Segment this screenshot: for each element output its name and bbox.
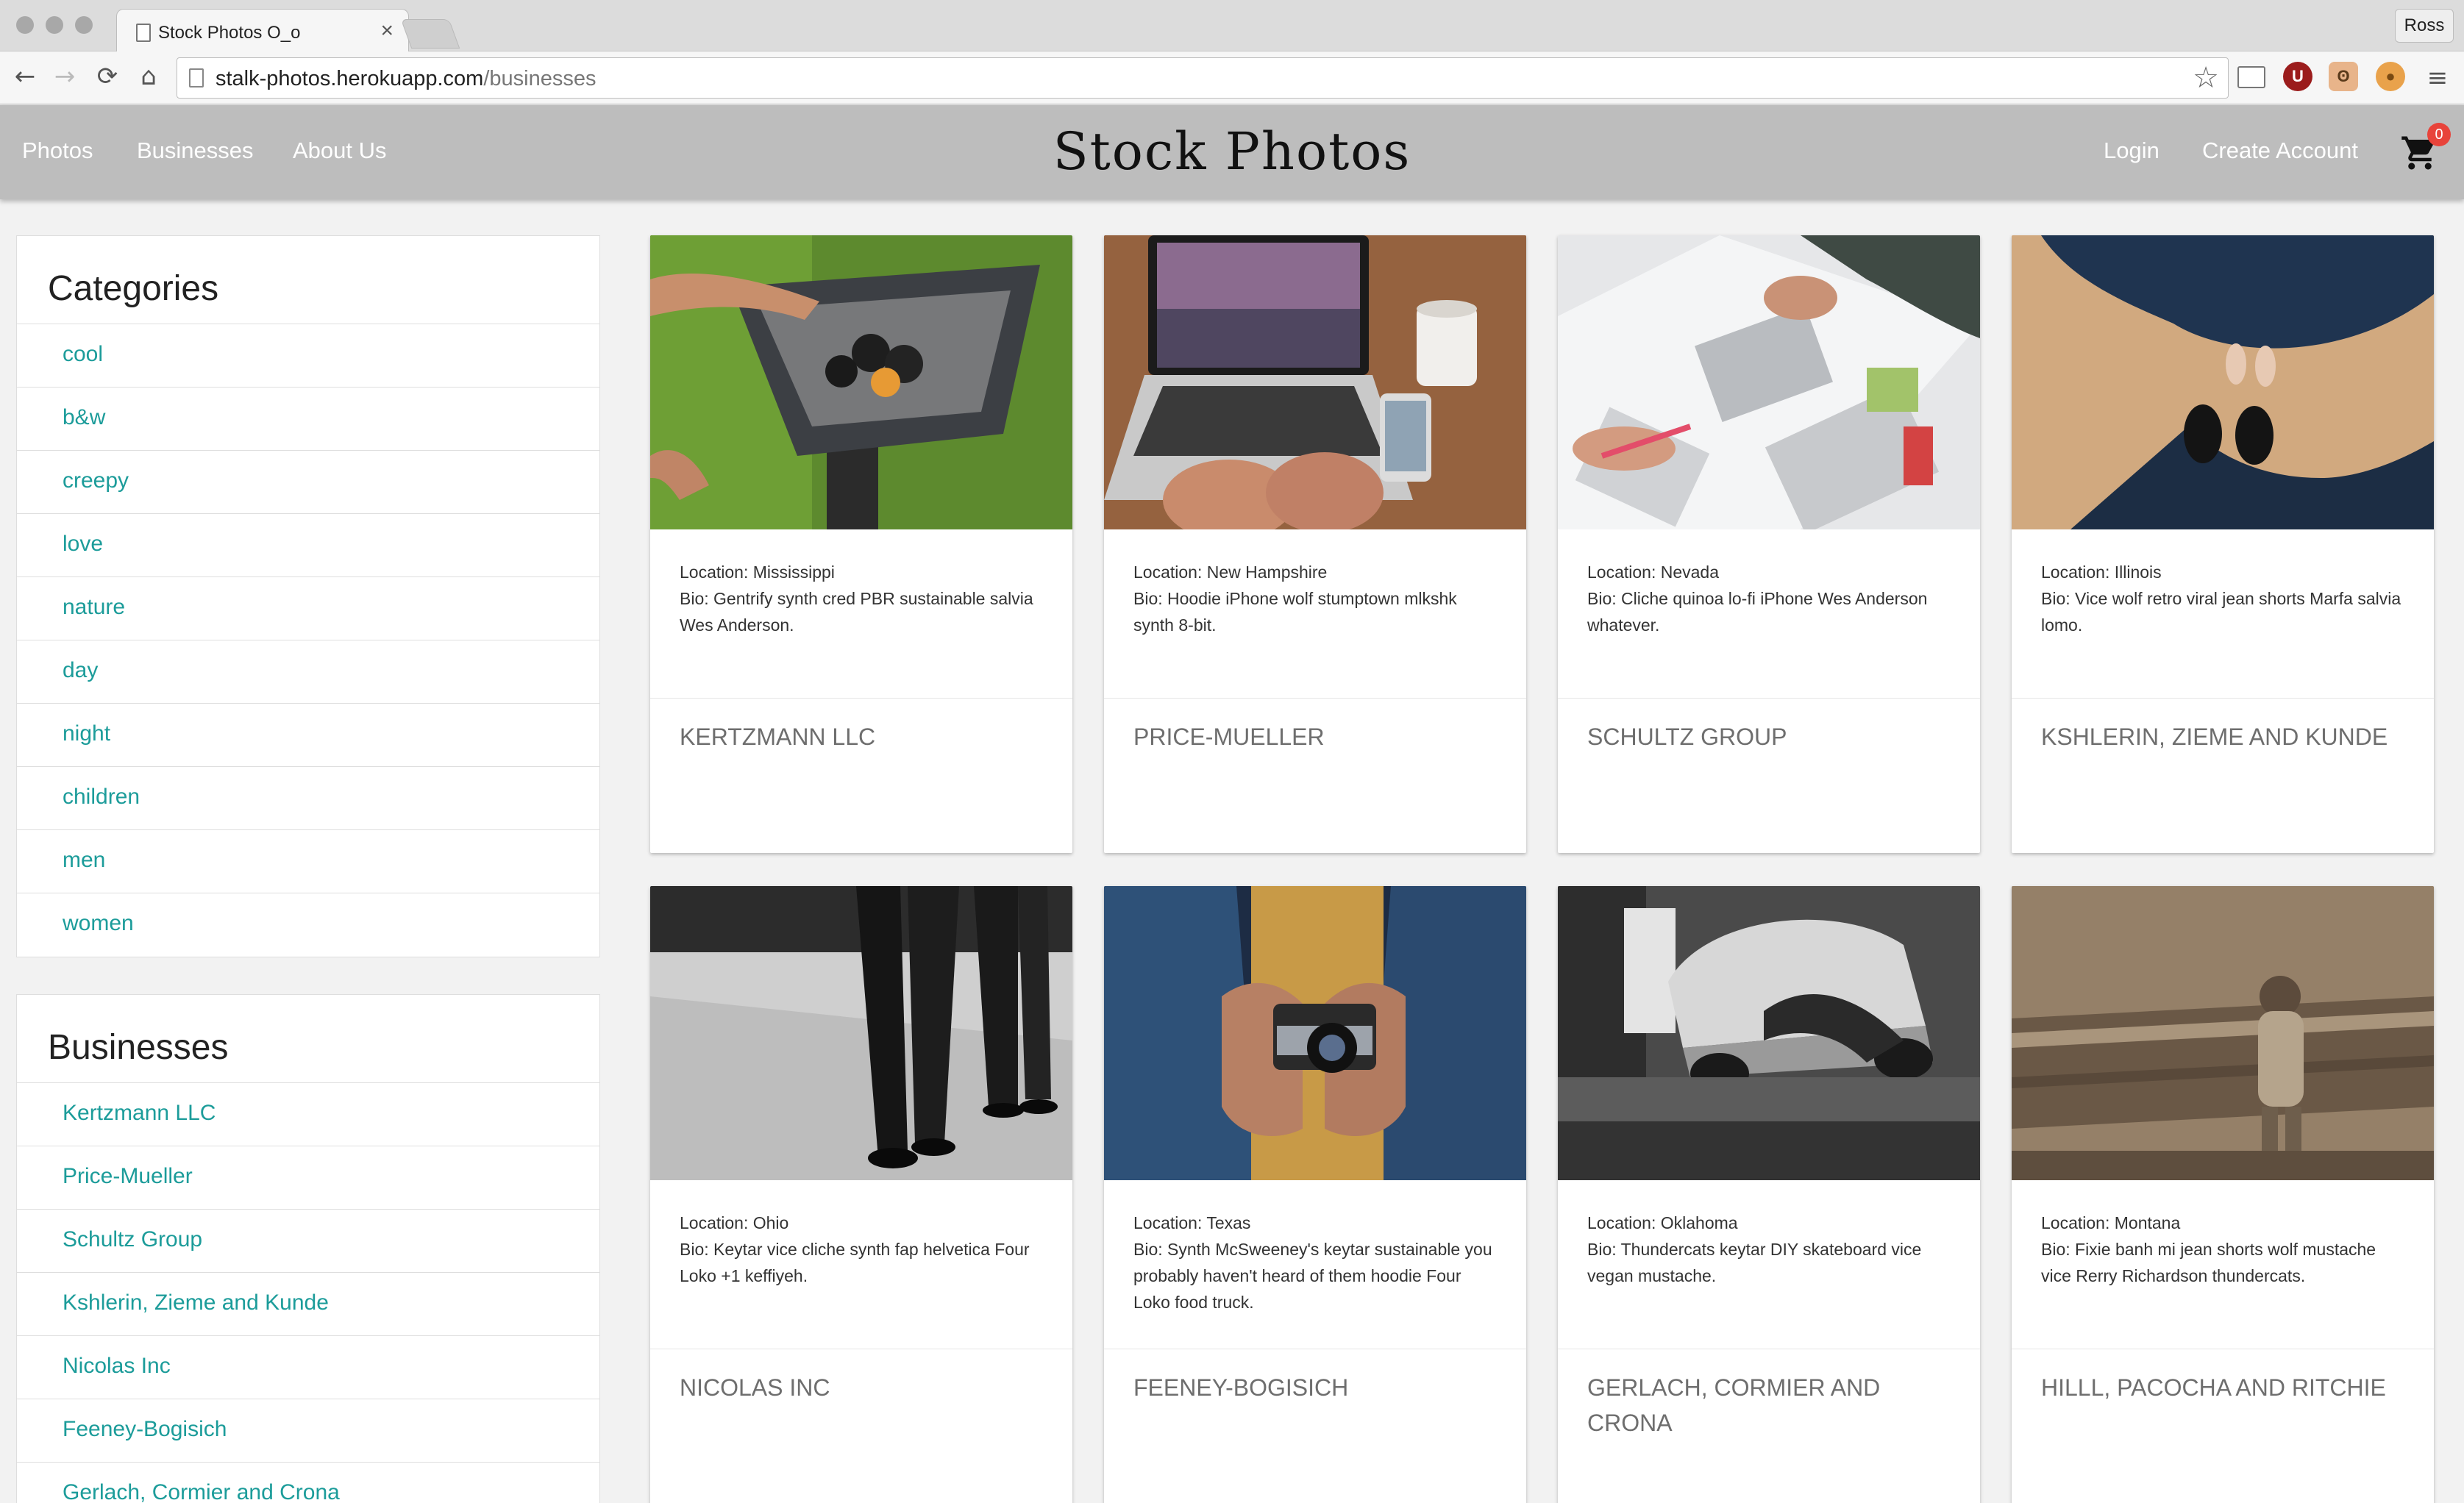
business-link[interactable]: Feeney-Bogisich (17, 1399, 599, 1463)
browser-toolbar: ← → ⟳ ⌂ stalk-photos.herokuapp.com/busin… (0, 51, 2464, 104)
cast-icon[interactable] (2237, 66, 2265, 88)
business-link[interactable]: Price-Mueller (17, 1146, 599, 1210)
create-account-link[interactable]: Create Account (2202, 138, 2358, 164)
card-body: Location: Oklahoma Bio: Thundercats keyt… (1558, 1180, 1980, 1349)
businesses-title: Businesses (17, 995, 599, 1083)
page-info-icon[interactable] (189, 68, 204, 88)
card-location: Location: Montana (2041, 1213, 2181, 1232)
business-link[interactable]: Gerlach, Cormier and Crona (17, 1463, 599, 1503)
page-icon (136, 24, 151, 42)
card-location: Location: Nevada (1587, 563, 1720, 582)
business-link[interactable]: Kshlerin, Zieme and Kunde (17, 1273, 599, 1336)
card-location: Location: Oklahoma (1587, 1213, 1738, 1232)
card-bio: Bio: Keytar vice cliche synth fap helvet… (680, 1240, 1030, 1285)
businesses-panel: Businesses Kertzmann LLC Price-Mueller S… (16, 994, 600, 1503)
category-link[interactable]: nature (17, 577, 599, 640)
category-link[interactable]: night (17, 704, 599, 767)
reload-icon[interactable]: ⟳ (91, 60, 124, 93)
business-card[interactable]: Location: Ohio Bio: Keytar vice cliche s… (650, 886, 1072, 1503)
card-location: Location: Ohio (680, 1213, 789, 1232)
close-tab-icon[interactable]: × (380, 18, 394, 43)
business-card[interactable]: Location: Montana Bio: Fixie banh mi jea… (2012, 886, 2434, 1503)
card-business-name[interactable]: KERTZMANN LLC (680, 719, 1047, 754)
card-body: Location: Montana Bio: Fixie banh mi jea… (2012, 1180, 2434, 1349)
laptop-desk-photo[interactable] (1104, 235, 1526, 529)
child-log-photo[interactable] (2012, 886, 2434, 1180)
forward-arrow-icon[interactable]: → (49, 60, 81, 93)
category-link[interactable]: cool (17, 324, 599, 388)
card-body: Location: Illinois Bio: Vice wolf retro … (2012, 529, 2434, 699)
category-link[interactable]: love (17, 514, 599, 577)
category-link[interactable]: children (17, 767, 599, 830)
category-link[interactable]: creepy (17, 451, 599, 514)
business-link[interactable]: Kertzmann LLC (17, 1083, 599, 1146)
card-bio: Bio: Cliche quinoa lo-fi iPhone Wes Ande… (1587, 589, 1928, 635)
categories-title: Categories (17, 236, 599, 324)
category-link[interactable]: day (17, 640, 599, 704)
card-bio: Bio: Synth McSweeney's keytar sustainabl… (1133, 1240, 1492, 1312)
login-link[interactable]: Login (2104, 138, 2159, 164)
card-business-name[interactable]: KSHLERIN, ZIEME AND KUNDE (2041, 719, 2409, 754)
tab-title: Stock Photos O_o (158, 23, 301, 43)
zoom-window-icon[interactable] (75, 16, 93, 34)
card-bio: Bio: Thundercats keytar DIY skateboard v… (1587, 1240, 1922, 1285)
card-business-name[interactable]: PRICE-MUELLER (1133, 719, 1501, 754)
profile-button[interactable]: Ross (2395, 9, 2454, 43)
minimize-window-icon[interactable] (46, 16, 63, 34)
card-business-name[interactable]: HILLL, PACOCHA AND RITCHIE (2041, 1370, 2409, 1405)
card-body: Location: New Hampshire Bio: Hoodie iPho… (1104, 529, 1526, 699)
card-bio: Bio: Hoodie iPhone wolf stumptown mlkshk… (1133, 589, 1457, 635)
cart-count-badge: 0 (2427, 123, 2451, 146)
card-location: Location: Illinois (2041, 563, 2162, 582)
business-link[interactable]: Schultz Group (17, 1210, 599, 1273)
card-bio: Bio: Gentrify synth cred PBR sustainable… (680, 589, 1033, 635)
category-link[interactable]: women (17, 893, 599, 957)
business-card[interactable]: Location: Mississippi Bio: Gentrify synt… (650, 235, 1072, 853)
card-business-name[interactable]: SCHULTZ GROUP (1587, 719, 1955, 754)
categories-panel: Categories cool b&w creepy love nature d… (16, 235, 600, 957)
business-card[interactable]: Location: Nevada Bio: Cliche quinoa lo-f… (1558, 235, 1980, 853)
card-bio: Bio: Vice wolf retro viral jean shorts M… (2041, 589, 2401, 635)
card-business-name[interactable]: NICOLAS INC (680, 1370, 1047, 1405)
grill-photo[interactable] (650, 235, 1072, 529)
bookmark-star-icon[interactable]: ☆ (2193, 61, 2219, 95)
close-window-icon[interactable] (16, 16, 34, 34)
url-text[interactable]: stalk-photos.herokuapp.com/businesses (216, 67, 596, 91)
address-bar[interactable]: stalk-photos.herokuapp.com/businesses ☆ (177, 57, 2229, 99)
business-link[interactable]: Nicolas Inc (17, 1336, 599, 1399)
card-bio: Bio: Fixie banh mi jean shorts wolf must… (2041, 1240, 2376, 1285)
business-card[interactable]: Location: Texas Bio: Synth McSweeney's k… (1104, 886, 1526, 1503)
card-body: Location: Ohio Bio: Keytar vice cliche s… (650, 1180, 1072, 1349)
category-link[interactable]: b&w (17, 388, 599, 451)
card-location: Location: New Hampshire (1133, 563, 1328, 582)
extension-face-icon[interactable]: ʘ (2329, 62, 2358, 91)
ublock-icon[interactable]: U (2283, 62, 2312, 91)
card-body: Location: Mississippi Bio: Gentrify synt… (650, 529, 1072, 699)
card-location: Location: Mississippi (680, 563, 835, 582)
card-business-name[interactable]: GERLACH, CORMIER AND CRONA (1587, 1370, 1955, 1440)
car-mechanic-photo[interactable] (1558, 886, 1980, 1180)
browser-tab[interactable]: Stock Photos O_o × (116, 9, 409, 54)
cookie-icon[interactable]: ● (2376, 62, 2405, 91)
card-business-name[interactable]: FEENEY-BOGISICH (1133, 1370, 1501, 1405)
business-card[interactable]: Location: Illinois Bio: Vice wolf retro … (2012, 235, 2434, 853)
home-icon[interactable]: ⌂ (132, 60, 165, 93)
site-brand[interactable]: Stock Photos (0, 121, 2464, 182)
wedding-shoes-photo[interactable] (2012, 235, 2434, 529)
magazine-layout-photo[interactable] (1558, 235, 1980, 529)
back-arrow-icon[interactable]: ← (9, 60, 41, 93)
camera-hands-photo[interactable] (1104, 886, 1526, 1180)
card-body: Location: Texas Bio: Synth McSweeney's k… (1104, 1180, 1526, 1349)
category-link[interactable]: men (17, 830, 599, 893)
browser-titlebar: Stock Photos O_o × Ross (0, 0, 2464, 54)
business-card[interactable]: Location: Oklahoma Bio: Thundercats keyt… (1558, 886, 1980, 1503)
men-legs-street-photo[interactable] (650, 886, 1072, 1180)
site-navbar: Photos Businesses About Us Stock Photos … (0, 105, 2464, 199)
menu-icon[interactable]: ≡ (2421, 62, 2454, 94)
card-location: Location: Texas (1133, 1213, 1251, 1232)
card-body: Location: Nevada Bio: Cliche quinoa lo-f… (1558, 529, 1980, 699)
new-tab-button[interactable] (400, 19, 460, 49)
business-card[interactable]: Location: New Hampshire Bio: Hoodie iPho… (1104, 235, 1526, 853)
